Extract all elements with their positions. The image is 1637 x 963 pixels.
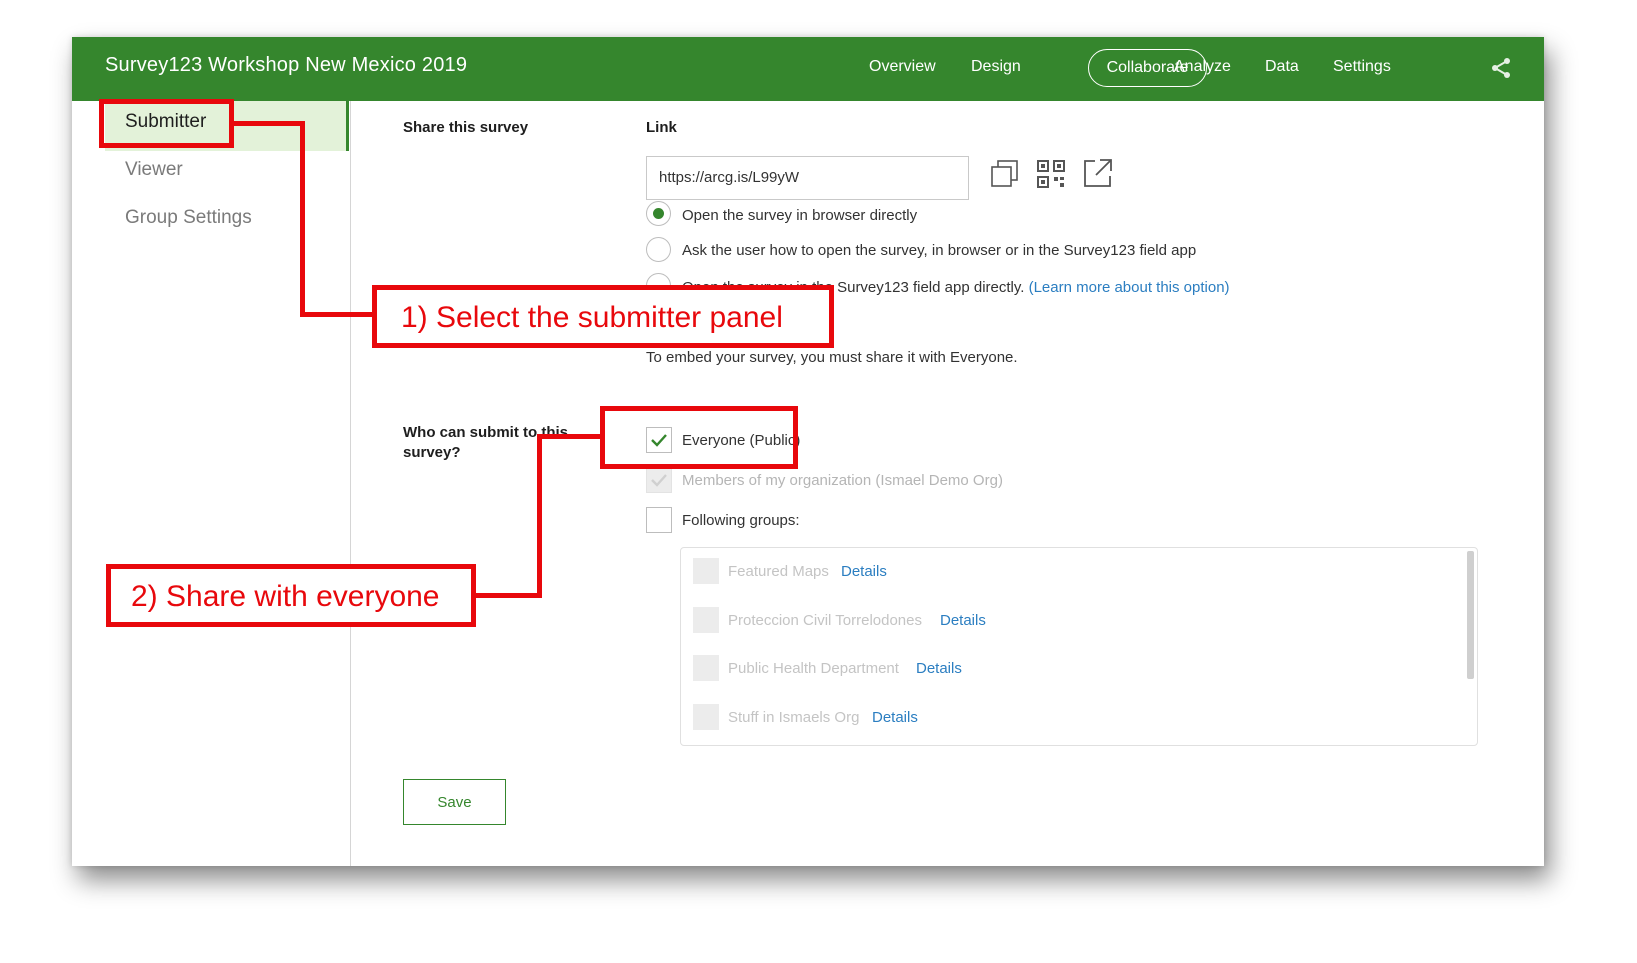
following-groups-label: Following groups: [682, 512, 800, 529]
annotation-highlight-everyone [600, 406, 798, 469]
group-details-link[interactable]: Details [841, 563, 887, 580]
share-icon[interactable] [1488, 55, 1514, 81]
top-header-bar: Survey123 Workshop New Mexico 2019 Overv… [72, 37, 1544, 101]
tab-data[interactable]: Data [1265, 58, 1299, 76]
members-label: Members of my organization (Ismael Demo … [682, 472, 1003, 489]
save-button[interactable]: Save [403, 779, 506, 825]
link-label: Link [646, 119, 677, 136]
checkbox-members [646, 467, 672, 493]
annotation-connector [300, 312, 376, 317]
group-checkbox [693, 558, 719, 584]
annotation-callout-step2: 2) Share with everyone [106, 564, 476, 627]
sidebar-item-viewer[interactable]: Viewer [125, 159, 183, 181]
group-details-link[interactable]: Details [916, 660, 962, 677]
share-section-label: Share this survey [403, 119, 529, 136]
survey123-app-window: Survey123 Workshop New Mexico 2019 Overv… [72, 37, 1544, 866]
survey-link-field[interactable]: https://arcg.is/L99yW [646, 156, 969, 200]
group-name: Featured Maps [728, 563, 829, 580]
qr-code-icon[interactable] [1036, 159, 1066, 189]
option-ask-user-label: Ask the user how to open the survey, in … [682, 242, 1197, 259]
radio-ask-user[interactable] [646, 237, 671, 262]
annotation-connector [537, 434, 542, 598]
app-title: Survey123 Workshop New Mexico 2019 [105, 54, 468, 76]
copy-icon[interactable] [990, 159, 1020, 189]
radio-open-browser[interactable] [646, 201, 671, 226]
learn-more-link[interactable]: (Learn more about this option) [1029, 279, 1230, 296]
annotation-connector [537, 434, 603, 439]
tab-overview[interactable]: Overview [869, 58, 936, 76]
groups-scrollbar[interactable] [1467, 551, 1474, 679]
group-details-link[interactable]: Details [872, 709, 918, 726]
group-checkbox [693, 655, 719, 681]
group-name: Stuff in Ismaels Org [728, 709, 860, 726]
group-name: Proteccion Civil Torrelodones [728, 612, 922, 629]
group-checkbox [693, 704, 719, 730]
group-name: Public Health Department [728, 660, 899, 677]
option-open-browser-label: Open the survey in browser directly [682, 207, 918, 224]
annotation-step2-text: 2) Share with everyone [131, 580, 440, 613]
group-checkbox [693, 607, 719, 633]
annotation-step1-text: 1) Select the submitter panel [401, 301, 783, 334]
checkmark-icon [651, 474, 667, 487]
tab-design[interactable]: Design [971, 58, 1021, 76]
sidebar-item-group-settings[interactable]: Group Settings [125, 207, 252, 229]
embed-note: To embed your survey, you must share it … [646, 349, 1018, 366]
tab-analyze[interactable]: Analyze [1174, 58, 1231, 76]
annotation-connector [231, 121, 305, 126]
checkbox-following-groups[interactable] [646, 507, 672, 533]
tab-settings[interactable]: Settings [1333, 58, 1391, 76]
annotation-connector [300, 121, 305, 317]
open-external-icon[interactable] [1082, 157, 1114, 189]
annotation-highlight-submitter [99, 99, 234, 148]
who-can-submit-label: Who can submit to this survey? [403, 424, 568, 461]
sidebar: Submitter Viewer Group Settings [72, 101, 351, 866]
group-details-link[interactable]: Details [940, 612, 986, 629]
groups-list: Featured Maps Details Proteccion Civil T… [680, 547, 1478, 746]
annotation-connector [473, 593, 542, 598]
annotation-callout-step1: 1) Select the submitter panel [372, 285, 834, 348]
